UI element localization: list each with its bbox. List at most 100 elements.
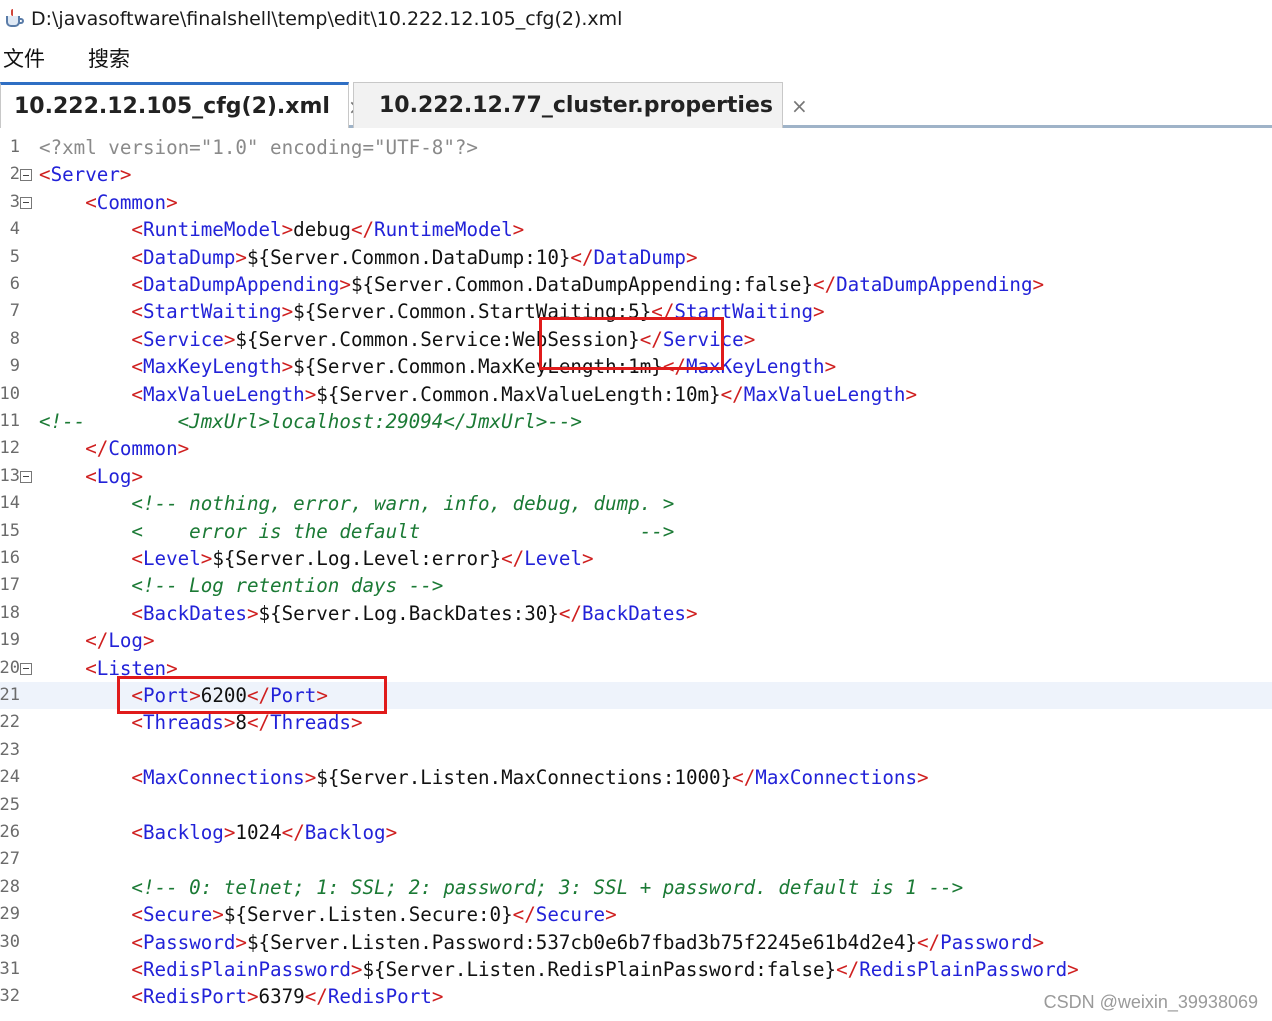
line-gutter: 6 — [0, 271, 37, 298]
code-line[interactable]: 21 <Port>6200</Port> — [0, 682, 1272, 710]
line-gutter: 15 — [0, 518, 37, 545]
line-number: 17 — [0, 575, 20, 596]
line-number: 5 — [9, 246, 20, 267]
line-gutter: 13 — [0, 463, 37, 490]
menu-search[interactable]: 搜索 — [85, 43, 130, 73]
code-line[interactable]: 3 <Common> — [0, 189, 1272, 216]
code-line[interactable]: 15 < error is the default --> — [0, 518, 1272, 545]
close-icon[interactable]: × — [791, 94, 808, 118]
line-number: 26 — [0, 822, 20, 842]
line-gutter: 21 — [0, 682, 37, 709]
code-line[interactable]: 14 <!-- nothing, error, warn, info, debu… — [0, 490, 1272, 517]
code-token: > — [1032, 273, 1045, 296]
code-token: </ — [836, 958, 860, 981]
code-line[interactable]: 22 <Threads>8</Threads> — [0, 709, 1272, 736]
code-line[interactable]: 31 <RedisPlainPassword>${Server.Listen.R… — [0, 956, 1272, 983]
code-token: </ — [281, 821, 305, 844]
code-line[interactable]: 1 <?xml version="1.0" encoding="UTF-8"?> — [0, 134, 1272, 161]
line-number: 8 — [9, 328, 20, 349]
code-line[interactable]: 27 — [0, 846, 1272, 873]
code-token: </ — [512, 903, 536, 927]
line-gutter: 10 — [0, 381, 37, 408]
code-token: Password — [940, 930, 1033, 954]
code-token: > — [212, 903, 224, 927]
code-token: </ — [304, 985, 328, 1009]
code-line[interactable]: 5 <DataDump>${Server.Common.DataDump:10}… — [0, 244, 1272, 271]
code-line[interactable]: 18 <BackDates>${Server.Log.BackDates:30}… — [0, 600, 1272, 627]
code-token: StartWaiting — [142, 300, 282, 324]
code-line[interactable]: 13 <Log> — [0, 463, 1272, 490]
code-text: <?xml version="1.0" encoding="UTF-8"?> — [39, 134, 478, 161]
line-number: 6 — [9, 274, 20, 294]
code-line[interactable]: 20 <Listen> — [0, 655, 1272, 682]
code-text: <DataDumpAppending>${Server.Common.DataD… — [39, 271, 1044, 298]
java-app-icon — [3, 8, 25, 30]
code-editor[interactable]: 1 <?xml version="1.0" encoding="UTF-8"?> 2… — [0, 133, 1272, 1021]
code-line[interactable]: 12 </Common> — [0, 435, 1272, 462]
code-token: RedisPort — [142, 985, 247, 1009]
code-token: 8 — [235, 711, 247, 735]
fold-collapse-icon[interactable] — [20, 196, 32, 209]
code-token: ${Server.Listen.RedisPlainPassword:false… — [362, 958, 837, 981]
line-number: 2 — [9, 164, 20, 185]
code-token: </ — [558, 601, 582, 625]
line-gutter: 32 — [0, 983, 37, 1010]
code-line[interactable]: 29 <Secure>${Server.Listen.Secure:0}</Se… — [0, 901, 1272, 928]
code-line[interactable]: 23 — [0, 737, 1272, 764]
code-token: > — [131, 464, 143, 488]
fold-collapse-icon[interactable] — [20, 470, 32, 483]
code-line[interactable]: 17 <!-- Log retention days --> — [0, 572, 1272, 599]
code-token: < — [131, 821, 143, 844]
code-line[interactable]: 4 <RuntimeModel>debug</RuntimeModel> — [0, 216, 1272, 243]
code-token: MaxKeyLength — [142, 355, 282, 379]
title-bar: D:\javasoftware\finalshell\temp\edit\10.… — [0, 0, 1272, 38]
code-token: Service — [142, 327, 224, 351]
code-text: <Threads>8</Threads> — [39, 709, 362, 736]
line-number: 32 — [0, 986, 20, 1007]
code-line[interactable]: 2 <Server> — [0, 161, 1272, 188]
code-token: DataDumpAppending — [836, 273, 1033, 296]
code-line[interactable]: 26 <Backlog>1024</Backlog> — [0, 819, 1272, 846]
tab-cfg-xml[interactable]: 10.222.12.105_cfg(2).xml × — [0, 82, 365, 128]
code-line[interactable]: 9 <MaxKeyLength>${Server.Common.MaxKeyLe… — [0, 353, 1272, 380]
code-line[interactable]: 24 <MaxConnections>${Server.Listen.MaxCo… — [0, 764, 1272, 791]
line-gutter: 2 — [0, 161, 37, 188]
code-line[interactable]: 8 <Service>${Server.Common.Service:WebSe… — [0, 326, 1272, 353]
line-gutter: 30 — [0, 929, 37, 956]
tab-cluster-properties[interactable]: 10.222.12.77_cluster.properties × — [353, 82, 808, 128]
code-line[interactable]: 7 <StartWaiting>${Server.Common.StartWai… — [0, 298, 1272, 325]
line-gutter: 27 — [0, 846, 37, 873]
code-token: > — [685, 245, 698, 269]
code-token: ${Server.Common.DataDump:10} — [246, 245, 571, 269]
code-line[interactable]: 11 <!-- <JmxUrl>localhost:29094</JmxUrl>-… — [0, 408, 1272, 435]
code-line[interactable]: 10 <MaxValueLength>${Server.Common.MaxVa… — [0, 381, 1272, 408]
code-token: < — [131, 245, 143, 269]
code-text: <StartWaiting>${Server.Common.StartWaiti… — [39, 298, 824, 325]
code-token: </ — [501, 547, 525, 570]
code-line[interactable]: 28 <!-- 0: telnet; 1: SSL; 2: password; … — [0, 874, 1272, 901]
code-token: < — [131, 958, 143, 981]
code-line[interactable]: 30 <Password>${Server.Listen.Password:53… — [0, 929, 1272, 956]
code-token: > — [281, 218, 294, 242]
code-token: < — [131, 903, 143, 927]
fold-collapse-icon[interactable] — [20, 662, 32, 675]
line-gutter: 8 — [0, 326, 37, 353]
code-line[interactable]: 19 </Log> — [0, 627, 1272, 654]
code-token: < — [131, 327, 143, 351]
menu-file[interactable]: 文件 — [0, 43, 45, 73]
code-token: Threads — [270, 711, 351, 735]
code-line[interactable]: 25 — [0, 792, 1272, 819]
line-gutter: 31 — [0, 956, 37, 983]
code-line[interactable]: 6 <DataDumpAppending>${Server.Common.Dat… — [0, 271, 1272, 298]
code-line[interactable]: 16 <Level>${Server.Log.Level:error}</Lev… — [0, 545, 1272, 572]
fold-collapse-icon[interactable] — [20, 169, 32, 182]
code-token: </ — [651, 300, 675, 324]
line-number: 31 — [0, 959, 20, 979]
code-token: < — [131, 218, 143, 242]
